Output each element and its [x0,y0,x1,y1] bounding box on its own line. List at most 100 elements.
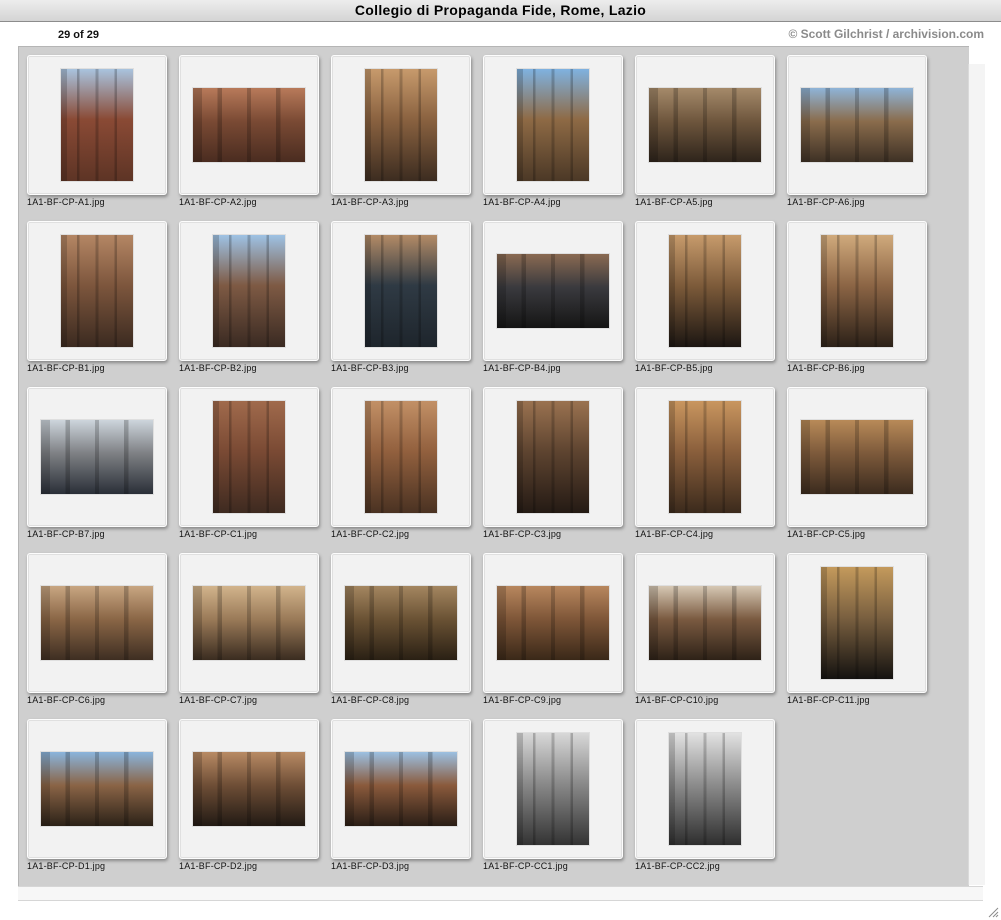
thumbnail-image[interactable] [193,88,305,162]
thumbnail-item[interactable]: 1A1-BF-CP-C8.jpg [331,553,483,719]
thumbnail-item[interactable]: 1A1-BF-CP-C1.jpg [179,387,331,553]
thumbnail-item[interactable]: 1A1-BF-CP-B6.jpg [787,221,939,387]
thumbnail-image[interactable] [365,69,437,181]
thumbnail-item[interactable]: 1A1-BF-CP-A1.jpg [27,55,179,221]
thumbnail-image[interactable] [821,235,893,347]
thumbnail-item[interactable]: 1A1-BF-CP-B7.jpg [27,387,179,553]
thumbnail-image[interactable] [497,586,609,660]
slide-frame[interactable] [635,553,775,693]
thumbnail-image[interactable] [213,235,285,347]
thumbnail-image[interactable] [801,88,913,162]
thumbnail-item[interactable]: 1A1-BF-CP-A5.jpg [635,55,787,221]
thumbnail-item[interactable]: 1A1-BF-CP-C10.jpg [635,553,787,719]
slide-frame[interactable] [27,221,167,361]
slide-frame[interactable] [483,719,623,859]
slide-frame[interactable] [483,387,623,527]
slide-frame[interactable] [635,387,775,527]
thumbnail-image[interactable] [517,401,589,513]
slide-frame[interactable] [635,55,775,195]
thumbnail-image[interactable] [517,733,589,845]
slide-frame[interactable] [635,221,775,361]
slide-frame[interactable] [787,55,927,195]
thumbnail-item[interactable]: 1A1-BF-CP-C5.jpg [787,387,939,553]
thumbnail-image[interactable] [61,69,133,181]
slide-frame[interactable] [179,387,319,527]
slide-frame[interactable] [331,221,471,361]
thumbnail-item[interactable]: 1A1-BF-CP-A6.jpg [787,55,939,221]
thumbnail-image[interactable] [41,752,153,826]
slide-frame[interactable] [27,55,167,195]
slide-frame[interactable] [179,221,319,361]
thumbnail-image[interactable] [649,88,761,162]
slide-frame[interactable] [331,719,471,859]
thumbnail-item[interactable]: 1A1-BF-CP-B5.jpg [635,221,787,387]
resize-grip-icon[interactable] [987,906,999,918]
thumbnail-image[interactable] [649,586,761,660]
copyright-credit: © Scott Gilchrist / archivision.com [788,27,984,41]
thumbnail-image[interactable] [669,235,741,347]
thumbnail-item[interactable]: 1A1-BF-CP-D1.jpg [27,719,179,885]
thumbnail-image[interactable] [669,401,741,513]
thumbnail-image[interactable] [193,752,305,826]
thumbnail-item[interactable]: 1A1-BF-CP-A2.jpg [179,55,331,221]
thumbnail-image[interactable] [41,586,153,660]
thumbnail-filename: 1A1-BF-CP-D3.jpg [331,861,410,871]
thumbnail-item[interactable]: 1A1-BF-CP-B1.jpg [27,221,179,387]
slide-frame[interactable] [787,553,927,693]
thumbnail-image[interactable] [821,567,893,679]
thumbnail-item[interactable]: 1A1-BF-CP-A3.jpg [331,55,483,221]
thumbnail-item[interactable]: 1A1-BF-CP-B2.jpg [179,221,331,387]
thumbnail-image[interactable] [801,420,913,494]
slide-frame[interactable] [787,387,927,527]
thumbnail-item[interactable]: 1A1-BF-CP-C2.jpg [331,387,483,553]
thumbnail-item[interactable]: 1A1-BF-CP-C9.jpg [483,553,635,719]
thumbnail-filename: 1A1-BF-CP-C10.jpg [635,695,719,705]
thumbnail-item[interactable]: 1A1-BF-CP-CC2.jpg [635,719,787,885]
thumbnail-filename: 1A1-BF-CP-C4.jpg [635,529,714,539]
thumbnail-image[interactable] [345,586,457,660]
thumbnail-item[interactable]: 1A1-BF-CP-C4.jpg [635,387,787,553]
thumbnail-filename: 1A1-BF-CP-A5.jpg [635,197,713,207]
slide-frame[interactable] [331,553,471,693]
thumbnail-image[interactable] [365,401,437,513]
thumbnail-item[interactable]: 1A1-BF-CP-C6.jpg [27,553,179,719]
thumbnail-image[interactable] [41,420,153,494]
horizontal-scrollbar[interactable] [18,886,983,901]
thumbnail-item[interactable]: 1A1-BF-CP-A4.jpg [483,55,635,221]
thumbnail-item[interactable]: 1A1-BF-CP-C7.jpg [179,553,331,719]
thumbnail-image[interactable] [61,235,133,347]
slide-frame[interactable] [787,221,927,361]
slide-frame[interactable] [179,719,319,859]
thumbnail-item[interactable]: 1A1-BF-CP-CC1.jpg [483,719,635,885]
thumbnail-image[interactable] [669,733,741,845]
thumbnail-item[interactable]: 1A1-BF-CP-C11.jpg [787,553,939,719]
slide-frame[interactable] [331,387,471,527]
slide-frame[interactable] [27,553,167,693]
thumbnail-item[interactable]: 1A1-BF-CP-C3.jpg [483,387,635,553]
slide-frame[interactable] [483,55,623,195]
slide-frame[interactable] [27,387,167,527]
thumbnail-filename: 1A1-BF-CP-CC2.jpg [635,861,720,871]
thumbnail-item[interactable]: 1A1-BF-CP-D3.jpg [331,719,483,885]
thumbnail-filename: 1A1-BF-CP-A2.jpg [179,197,257,207]
slide-frame[interactable] [483,553,623,693]
slide-frame[interactable] [179,553,319,693]
window-title-bar[interactable]: Collegio di Propaganda Fide, Rome, Lazio [0,0,1001,22]
thumbnail-image[interactable] [213,401,285,513]
thumbnail-image[interactable] [517,69,589,181]
vertical-scrollbar[interactable] [968,64,985,885]
thumbnail-item[interactable]: 1A1-BF-CP-B3.jpg [331,221,483,387]
thumbnail-image[interactable] [497,254,609,328]
thumbnail-image[interactable] [345,752,457,826]
thumbnail-item[interactable]: 1A1-BF-CP-D2.jpg [179,719,331,885]
thumbnail-filename: 1A1-BF-CP-A6.jpg [787,197,865,207]
thumbnail-filename: 1A1-BF-CP-C5.jpg [787,529,866,539]
thumbnail-image[interactable] [193,586,305,660]
slide-frame[interactable] [331,55,471,195]
slide-frame[interactable] [27,719,167,859]
slide-frame[interactable] [179,55,319,195]
slide-frame[interactable] [483,221,623,361]
thumbnail-image[interactable] [365,235,437,347]
slide-frame[interactable] [635,719,775,859]
thumbnail-item[interactable]: 1A1-BF-CP-B4.jpg [483,221,635,387]
